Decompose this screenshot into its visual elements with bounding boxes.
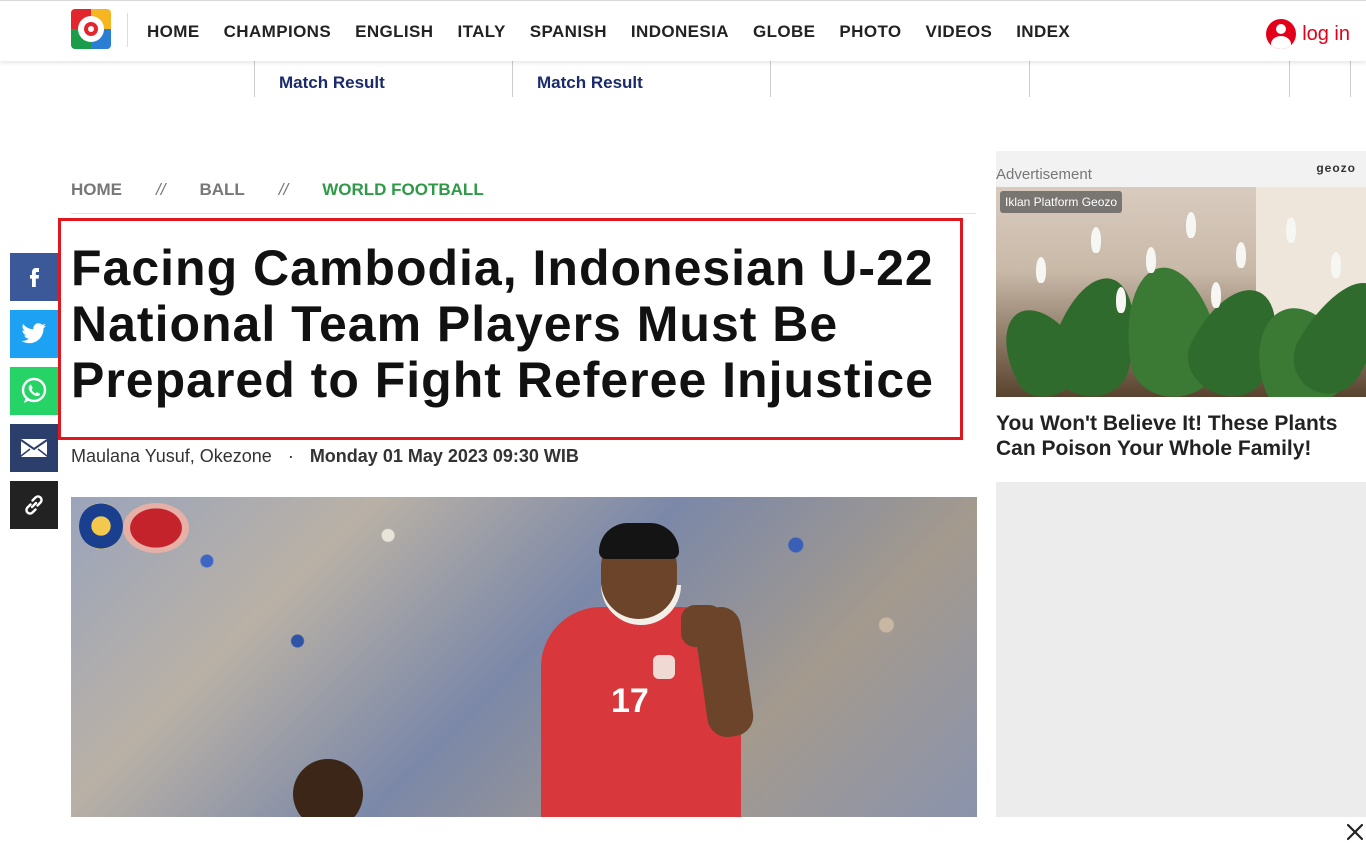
nav-home[interactable]: HOME [147, 22, 200, 42]
twitter-icon [21, 323, 46, 344]
top-navbar: HOME CHAMPIONS ENGLISH ITALY SPANISH IND… [0, 0, 1366, 61]
breadcrumb-home[interactable]: HOME [71, 180, 122, 213]
breadcrumb-world-football[interactable]: WORLD FOOTBALL [322, 180, 483, 213]
ad-label: Advertisement [996, 166, 1092, 183]
whatsapp-icon [21, 377, 47, 403]
garuda-emblem-icon [123, 503, 189, 553]
ad-placeholder [996, 482, 1366, 817]
plant-flower [1116, 287, 1126, 313]
ad-headline[interactable]: You Won't Believe It! These Plants Can P… [996, 411, 1366, 461]
photo-player-fist [681, 605, 723, 647]
breadcrumb-separator: // [156, 180, 166, 199]
pssi-emblem-icon [79, 503, 123, 549]
byline-separator: · [287, 446, 294, 466]
copy-link-button[interactable] [10, 481, 58, 529]
share-facebook-button[interactable] [10, 253, 58, 301]
match-card[interactable] [1289, 61, 1351, 97]
article-author[interactable]: Maulana Yusuf, Okezone [71, 446, 272, 467]
share-twitter-button[interactable] [10, 310, 58, 358]
photo-player-hair [599, 523, 679, 559]
nav-index[interactable]: INDEX [1016, 22, 1070, 42]
plant-flower [1186, 212, 1196, 238]
close-ad-button[interactable] [1343, 820, 1366, 844]
plant-flower [1236, 242, 1246, 268]
article-photo: 17 [71, 497, 977, 817]
article-headline: Facing Cambodia, Indonesian U-22 Nationa… [71, 240, 934, 408]
share-email-button[interactable] [10, 424, 58, 472]
email-icon [20, 439, 48, 457]
match-card[interactable] [770, 61, 1029, 97]
plant-flower [1091, 227, 1101, 253]
match-card[interactable] [1029, 61, 1289, 97]
article-date: Monday 01 May 2023 09:30 WIB [309, 446, 579, 466]
geozo-logo: geozo [1316, 161, 1356, 175]
logo-dot [84, 22, 98, 36]
breadcrumb-ball[interactable]: BALL [199, 180, 244, 213]
plant-flower [1146, 247, 1156, 273]
nav-spanish[interactable]: SPANISH [530, 22, 607, 42]
nav-champions[interactable]: CHAMPIONS [224, 22, 332, 42]
nav-english[interactable]: ENGLISH [355, 22, 433, 42]
match-card[interactable]: Match Result [254, 61, 512, 97]
nav-globe[interactable]: GLOBE [753, 22, 815, 42]
photo-shirt-crest [653, 655, 675, 679]
plant-flower [1036, 257, 1046, 283]
facebook-icon [30, 268, 39, 287]
breadcrumb-separator: // [278, 180, 289, 199]
nav-photo[interactable]: PHOTO [839, 22, 901, 42]
nav-indonesia[interactable]: INDONESIA [631, 22, 729, 42]
ad-badge: Iklan Platform Geozo [1000, 191, 1123, 213]
nav-divider [127, 13, 128, 47]
link-icon [25, 495, 43, 515]
close-icon [1346, 823, 1364, 841]
user-icon [1266, 19, 1297, 49]
ad-image[interactable]: Iklan Platform Geozo [996, 187, 1366, 397]
login-label: log in [1302, 22, 1350, 45]
site-logo[interactable] [71, 9, 111, 49]
share-sidebar [10, 253, 58, 529]
plant-flower [1286, 217, 1296, 243]
match-strip: Match Result Match Result [0, 61, 1366, 97]
match-card[interactable]: Match Result [512, 61, 770, 97]
ad-header: Advertisement geozo [996, 151, 1366, 187]
photo-shirt-number: 17 [611, 682, 649, 720]
main-nav: HOME CHAMPIONS ENGLISH ITALY SPANISH IND… [147, 22, 1070, 42]
article-byline: Maulana Yusuf, Okezone · Monday 01 May 2… [71, 446, 579, 467]
nav-italy[interactable]: ITALY [457, 22, 505, 42]
plant-flower [1211, 282, 1221, 308]
breadcrumb: HOME // BALL // WORLD FOOTBALL [71, 180, 976, 214]
photo-player-head [293, 759, 363, 817]
nav-videos[interactable]: VIDEOS [926, 22, 993, 42]
login-button[interactable]: log in [1266, 19, 1350, 49]
share-whatsapp-button[interactable] [10, 367, 58, 415]
plant-flower [1331, 252, 1341, 278]
advertisement[interactable]: Advertisement geozo Iklan Platform Geozo… [996, 151, 1366, 461]
